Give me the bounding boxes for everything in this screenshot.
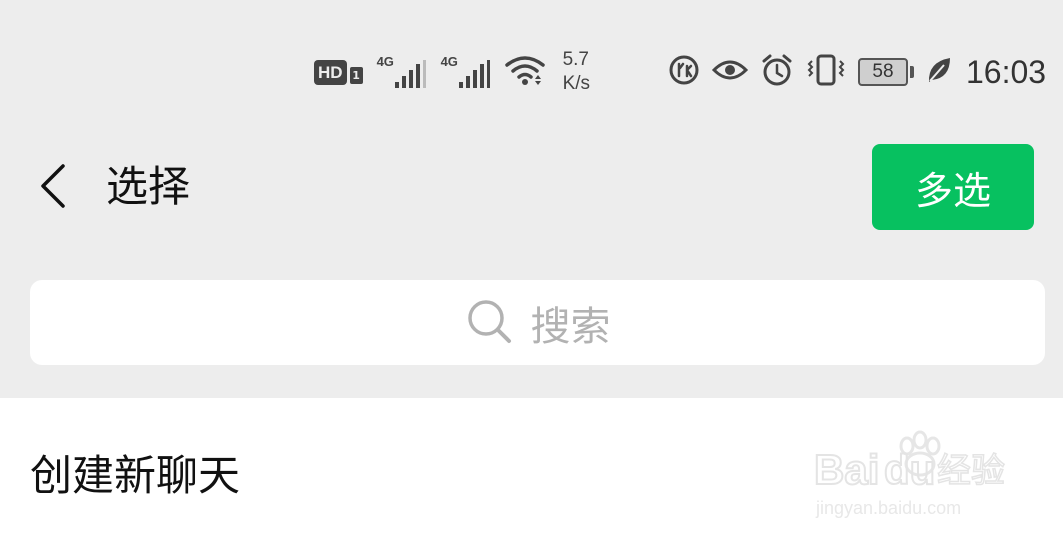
signal-icon-2: 4G [441, 52, 491, 92]
header: 选择 多选 [0, 120, 1063, 260]
baidu-paw-icon: Bai du 经验 jingyan.baidu.com [813, 430, 1006, 518]
alarm-icon [760, 53, 794, 91]
back-button[interactable] [28, 160, 76, 216]
speed-value: 5.7 [562, 49, 589, 70]
status-bar: HD 1 4G 4G 5.7 K/s 58 16:03 [0, 0, 1063, 120]
power-saving-leaf-icon [926, 56, 952, 88]
create-new-chat-label: 创建新聊天 [30, 451, 241, 500]
status-left-group: HD 1 4G 4G 5.7 K/s [314, 46, 590, 98]
signal-icon: 4G [377, 52, 427, 92]
svg-text:Bai: Bai [814, 446, 879, 493]
clock: 16:03 [966, 53, 1047, 90]
search-icon [465, 297, 513, 349]
search-input[interactable]: 搜索 [30, 280, 1045, 365]
search-placeholder: 搜索 [530, 303, 611, 350]
hd-label: HD [314, 59, 347, 85]
wifi-icon [504, 53, 545, 91]
speed-unit: K/s [562, 73, 591, 94]
page-title: 选择 [106, 162, 191, 211]
eye-comfort-icon [711, 56, 749, 88]
baidu-watermark-logo: Bai du 经验 jingyan.baidu.com [812, 428, 1012, 524]
hd-sub-label: 1 [349, 66, 363, 84]
status-right-group: 58 16:03 [668, 50, 1046, 94]
data-saver-icon [668, 54, 700, 90]
vibrate-icon [806, 53, 846, 91]
screen: HD 1 4G 4G 5.7 K/s 58 16:03 选择 多选 搜索 创建新… [0, 0, 1063, 541]
svg-text:经验: 经验 [937, 451, 1005, 491]
multi-select-button[interactable]: 多选 [872, 144, 1034, 230]
battery-level: 58 [858, 58, 908, 86]
svg-text:du: du [884, 446, 935, 493]
svg-text:jingyan.baidu.com: jingyan.baidu.com [815, 498, 961, 518]
hd-volte-icon: HD 1 [314, 59, 363, 85]
battery-tip [910, 66, 914, 78]
battery-icon: 58 [858, 58, 914, 86]
chevron-left-icon [37, 162, 67, 214]
network-speed: 5.7 K/s [563, 48, 590, 96]
